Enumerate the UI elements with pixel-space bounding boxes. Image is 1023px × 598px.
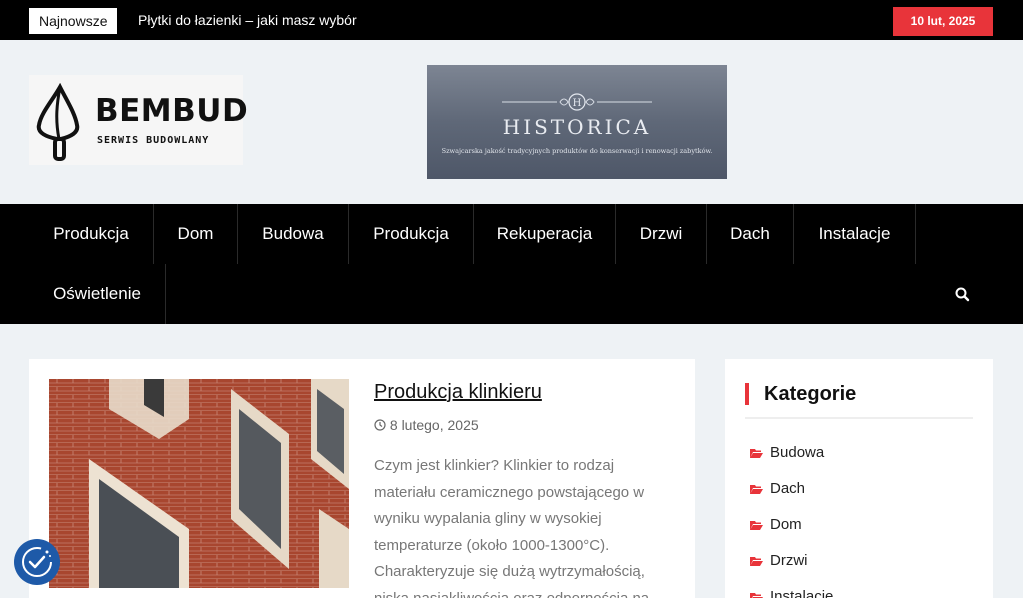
search-button[interactable] <box>950 282 974 306</box>
folder-icon <box>750 449 763 458</box>
nav-item-oswietlenie[interactable]: Oświetlenie <box>29 264 166 324</box>
logo-name: BEMBUD <box>95 93 249 129</box>
category-dach[interactable]: Dach <box>750 480 805 497</box>
category-drzwi[interactable]: Drzwi <box>750 552 808 569</box>
banner-title: HISTORICA <box>502 115 652 139</box>
trowel-icon <box>36 83 80 161</box>
post-date: 8 lutego, 2025 <box>374 417 479 433</box>
ornament-icon: H <box>502 93 652 111</box>
nav-item-produkcja[interactable]: Produkcja <box>29 204 154 264</box>
banner-subtitle: Szwajcarska jakość tradycyjnych produktó… <box>441 147 713 155</box>
category-label: Dom <box>770 516 802 533</box>
category-label: Budowa <box>770 444 825 461</box>
nav-item-produkcja-2[interactable]: Produkcja <box>349 204 474 264</box>
nav-item-drzwi[interactable]: Drzwi <box>616 204 707 264</box>
site-logo[interactable]: BEMBUD SERWIS BUDOWLANY <box>29 75 248 165</box>
category-label: Instalacje <box>770 588 834 598</box>
ad-banner[interactable]: H HISTORICA Szwajcarska jakość tradycyjn… <box>427 65 727 179</box>
folder-icon <box>750 557 763 566</box>
category-label: Drzwi <box>770 552 808 569</box>
category-instalacje[interactable]: Instalacje <box>750 588 833 598</box>
logo-tagline: SERWIS BUDOWLANY <box>97 135 210 146</box>
sidebar-title: Kategorie <box>745 383 856 405</box>
latest-label: Najnowsze <box>29 8 118 34</box>
post-title[interactable]: Produkcja klinkieru <box>374 381 542 404</box>
nav-item-budowa[interactable]: Budowa <box>238 204 349 264</box>
post-date-link[interactable]: 8 lutego, 2025 <box>390 417 479 433</box>
post-card: Produkcja klinkieru 8 lutego, 2025 Czym … <box>29 359 695 598</box>
building-facade-image <box>49 379 349 588</box>
search-icon <box>955 287 970 302</box>
svg-text:H: H <box>573 98 582 109</box>
post-thumbnail[interactable] <box>49 379 349 588</box>
date-badge: 10 lut, 2025 <box>893 7 993 36</box>
category-label: Dach <box>770 480 806 497</box>
folder-icon <box>750 485 763 494</box>
clock-icon <box>374 419 386 431</box>
top-bar: Najnowsze Płytki do łazienki – jaki masz… <box>0 0 1023 40</box>
folder-icon <box>750 593 763 598</box>
cookie-consent-button[interactable] <box>14 539 60 585</box>
category-budowa[interactable]: Budowa <box>750 444 824 461</box>
sidebar-divider <box>745 417 973 419</box>
nav-item-dom[interactable]: Dom <box>154 204 238 264</box>
sidebar-categories: Kategorie Budowa Dach Dom Drzwi Instalac… <box>725 359 993 598</box>
ticker-link[interactable]: Płytki do łazienki – jaki masz wybór <box>138 11 357 29</box>
main-nav: Produkcja Dom Budowa Produkcja Rekuperac… <box>0 204 1023 324</box>
folder-icon <box>750 521 763 530</box>
nav-item-dach[interactable]: Dach <box>707 204 794 264</box>
consent-check-icon <box>22 547 52 577</box>
nav-item-rekuperacja[interactable]: Rekuperacja <box>474 204 616 264</box>
post-excerpt: Czym jest klinkier? Klinkier to rodzaj m… <box>374 457 650 598</box>
nav-item-instalacje[interactable]: Instalacje <box>794 204 916 264</box>
category-dom[interactable]: Dom <box>750 516 802 533</box>
